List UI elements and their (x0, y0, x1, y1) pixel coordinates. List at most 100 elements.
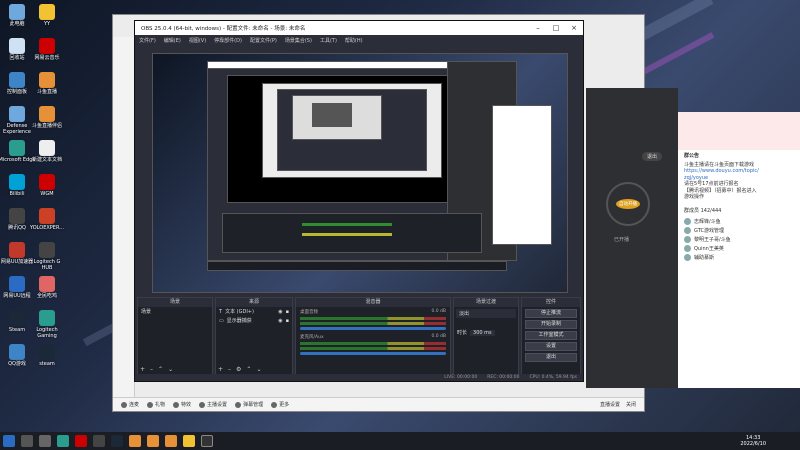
host-btn-1[interactable]: 礼物 (147, 401, 165, 408)
app-icon (39, 174, 55, 190)
transition-select[interactable]: 淡出 (456, 309, 516, 318)
up-icon[interactable]: ⌃ (246, 366, 251, 374)
host-btn-label: 弹幕管理 (243, 402, 264, 408)
steam-icon[interactable] (111, 435, 123, 447)
up-icon[interactable]: ⌃ (158, 366, 163, 374)
volume-slider[interactable] (300, 352, 446, 355)
host-btn-label: 更多 (279, 402, 290, 408)
avatar (684, 217, 691, 225)
obs-preview-canvas[interactable] (152, 53, 568, 293)
desktop-icon[interactable]: Logitech G HUB (28, 242, 66, 271)
avatar (684, 244, 691, 252)
obs-menubar: 文件(F) 编辑(E) 视图(V) 停靠部件(D) 配置文件(P) 场景集合(S… (135, 35, 583, 45)
scene-label: 场景 (141, 309, 152, 315)
desktop-icon[interactable]: Logitech Gaming (28, 310, 66, 339)
menu-docks[interactable]: 停靠部件(D) (214, 37, 242, 44)
menu-help[interactable]: 帮助(H) (345, 37, 363, 44)
member-item[interactable]: 黎明王子哥/斗鱼 (678, 235, 800, 244)
menu-edit[interactable]: 编辑(E) (164, 37, 181, 44)
desktop-icon[interactable]: YOLOEXPER... (28, 208, 66, 231)
desktop-icon[interactable]: 新建文本文档 (28, 140, 66, 163)
mixer-dock: 混音器 桌面音频 0.0 dB 麦克风/Aux 0.0 dB (295, 297, 451, 377)
member-item[interactable]: 辅助慕斯 (678, 253, 800, 262)
tencent-icon[interactable] (93, 435, 105, 447)
source-item[interactable]: ▭ 显示器捕获 ◉ ▪ (216, 316, 292, 325)
member-item[interactable]: Quinn王美英 (678, 244, 800, 253)
live-settings-button[interactable]: 直播设置 (600, 401, 620, 408)
douyu-helper-icon[interactable] (147, 435, 159, 447)
stop-streaming-button[interactable]: 停止推流 (525, 309, 577, 318)
host-btn-0[interactable]: 连麦 (121, 401, 139, 408)
exit-button[interactable]: 退出 (525, 353, 577, 362)
menu-tools[interactable]: 工具(T) (320, 37, 337, 44)
preview-taskbar (207, 261, 507, 271)
dark-exit-button[interactable]: 退出 (642, 152, 663, 161)
app-icon (39, 140, 55, 156)
lock-icon[interactable]: ▪ (286, 318, 289, 324)
start-recording-button[interactable]: 开始录制 (525, 320, 577, 329)
volume-meter (300, 322, 446, 325)
studio-mode-button[interactable]: 工作室模式 (525, 331, 577, 340)
preview-chat (492, 105, 552, 245)
down-icon[interactable]: ⌄ (168, 366, 173, 374)
search-icon[interactable] (21, 435, 33, 447)
down-icon[interactable]: ⌄ (256, 366, 261, 374)
settings-button[interactable]: 设置 (525, 342, 577, 351)
volume-slider[interactable] (300, 327, 446, 330)
add-icon[interactable]: + (140, 366, 145, 374)
eye-icon[interactable]: ◉ (278, 318, 282, 324)
host-btn-4[interactable]: 弹幕管理 (235, 401, 263, 408)
add-icon[interactable]: + (218, 366, 223, 374)
desktop-icon[interactable]: 斗鱼直播 (28, 72, 66, 95)
app-icon (39, 344, 55, 360)
remove-icon[interactable]: – (150, 366, 153, 374)
auto-live-circle[interactable]: 自动开播 (606, 182, 650, 226)
desktop-icon[interactable]: 斗鱼直播伴侣 (28, 106, 66, 129)
desktop-icon-label: WGM (40, 191, 54, 197)
scene-item[interactable]: 场景 (138, 307, 212, 316)
host-btn-2[interactable]: 特效 (173, 401, 191, 408)
mixer-header: 混音器 (296, 298, 450, 307)
minimize-icon[interactable]: – (529, 24, 547, 32)
avatar (684, 253, 691, 261)
host-btn-5[interactable]: 更多 (271, 401, 289, 408)
desktop-icon-label: Logitech Gaming (36, 327, 58, 339)
close-live-button[interactable]: 关闭 (626, 401, 636, 408)
menu-scene-collection[interactable]: 场景集合(S) (285, 37, 312, 44)
obs-icon[interactable] (201, 435, 213, 447)
desktop-icon[interactable]: YY (28, 4, 66, 27)
menu-view[interactable]: 视图(V) (189, 37, 206, 44)
desktop-icon[interactable]: steam (28, 344, 66, 367)
source-item[interactable]: T 文本 (GDI+) ◉ ▪ (216, 307, 292, 316)
close-icon[interactable]: × (565, 24, 583, 32)
start-icon[interactable] (3, 435, 15, 447)
taskbar-clock[interactable]: 14:33 2022/6/10 (740, 435, 766, 447)
edge-icon[interactable] (57, 435, 69, 447)
douyu-icon[interactable] (129, 435, 141, 447)
desktop-icon[interactable]: 网易云音乐 (28, 38, 66, 61)
desktop-icon[interactable]: 全民吃鸡 (28, 276, 66, 299)
netease-music-icon[interactable] (75, 435, 87, 447)
remove-icon[interactable]: – (228, 366, 231, 374)
douyu-app-icon[interactable] (165, 435, 177, 447)
app-icon (39, 208, 55, 224)
desktop-icon-label: 新建文本文档 (31, 157, 62, 163)
eye-icon[interactable]: ◉ (278, 309, 282, 315)
menu-file[interactable]: 文件(F) (139, 37, 156, 44)
yy-icon[interactable] (183, 435, 195, 447)
live-status: 已开播 (614, 237, 630, 243)
volume-meter (300, 342, 446, 345)
member-item[interactable]: GTC游戏管理 (678, 226, 800, 235)
task-view-icon[interactable] (39, 435, 51, 447)
gear-icon[interactable]: ⚙ (236, 366, 241, 374)
transition-type: 淡出 (459, 311, 470, 317)
controls-dock: 控件 停止推流 开始录制 工作室模式 设置 退出 (521, 297, 581, 377)
host-btn-3[interactable]: 主播设置 (199, 401, 227, 408)
member-item[interactable]: 志辉锋/斗鱼 (678, 217, 800, 226)
menu-profile[interactable]: 配置文件(P) (250, 37, 277, 44)
obs-statusbar: LIVE: 00:00:00 REC: 00:00:00 CPU: 0.4%, … (135, 374, 583, 381)
lock-icon[interactable]: ▪ (286, 309, 289, 315)
duration-input[interactable]: 300 ms (470, 329, 495, 336)
desktop-icon[interactable]: WGM (28, 174, 66, 197)
maximize-icon[interactable]: □ (547, 24, 565, 32)
